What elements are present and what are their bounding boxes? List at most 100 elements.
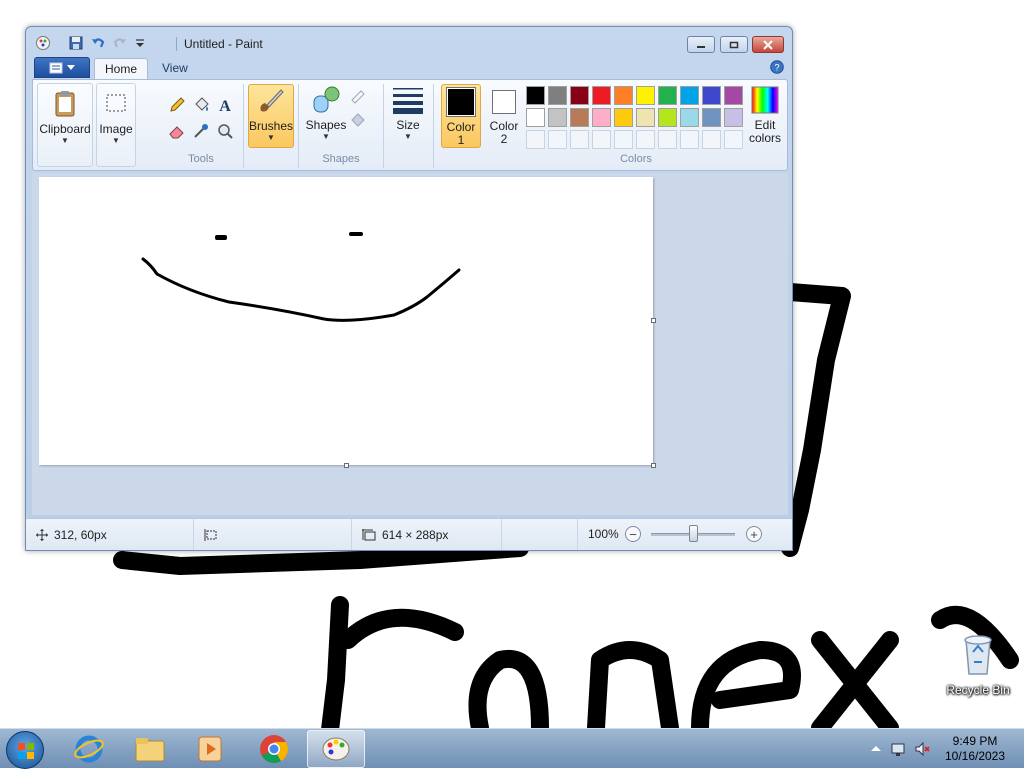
svg-text:?: ? <box>774 63 779 73</box>
custom-color-slot[interactable] <box>614 130 633 149</box>
palette-swatch[interactable] <box>592 108 611 127</box>
pencil-tool[interactable] <box>166 94 188 116</box>
recycle-bin[interactable]: Recycle Bin <box>940 632 1016 697</box>
group-divider <box>383 84 384 168</box>
resize-handle-corner[interactable] <box>651 463 656 468</box>
file-menu-button[interactable] <box>34 57 90 78</box>
drawing-canvas[interactable] <box>39 177 656 468</box>
title-bar[interactable]: Untitled - Paint <box>26 27 792 59</box>
custom-color-slot[interactable] <box>724 130 743 149</box>
palette-swatch[interactable] <box>636 108 655 127</box>
pencil-icon <box>170 97 185 112</box>
ribbon-tab-row: Home View ? <box>32 57 788 79</box>
redo-icon[interactable] <box>112 35 128 51</box>
edit-colors-button[interactable]: Edit colors <box>745 84 785 145</box>
selection-size-segment <box>194 519 352 550</box>
palette-swatch[interactable] <box>636 86 655 105</box>
resize-handle-right[interactable] <box>651 318 656 323</box>
minimize-button[interactable] <box>687 36 715 53</box>
text-tool[interactable]: A <box>214 94 236 116</box>
color1-button[interactable]: Color 1 <box>441 84 481 148</box>
undo-icon[interactable] <box>90 35 106 51</box>
zoom-out-button[interactable]: − <box>625 526 641 542</box>
ribbon: Clipboard ▼ Image ▼ A Tools Brushes ▼ Sh… <box>32 79 788 171</box>
palette-swatch[interactable] <box>526 86 545 105</box>
maximize-button[interactable] <box>720 36 748 53</box>
zoom-in-button[interactable]: + <box>746 526 762 542</box>
palette-swatch[interactable] <box>658 86 677 105</box>
palette-swatch[interactable] <box>702 86 721 105</box>
chevron-down-icon: ▼ <box>404 132 412 141</box>
clock-date: 10/16/2023 <box>944 749 1006 763</box>
outline-button[interactable] <box>347 84 369 106</box>
fill-tool[interactable] <box>190 94 212 116</box>
brush-icon <box>260 89 284 112</box>
zoom-slider-thumb[interactable] <box>689 525 698 542</box>
fill-shape-button[interactable] <box>347 108 369 130</box>
palette-swatch[interactable] <box>614 86 633 105</box>
custom-color-slot[interactable] <box>658 130 677 149</box>
close-button[interactable] <box>752 36 784 53</box>
custom-color-slot[interactable] <box>592 130 611 149</box>
internet-explorer-icon <box>74 735 104 763</box>
quick-access-divider <box>176 37 177 51</box>
size-button[interactable]: Size ▼ <box>388 84 428 141</box>
magnifier-tool[interactable] <box>214 120 236 142</box>
move-cursor-icon <box>36 528 48 541</box>
outline-icon <box>351 90 365 104</box>
custom-color-slot[interactable] <box>680 130 699 149</box>
palette-swatch[interactable] <box>658 108 677 127</box>
resize-handle-bottom[interactable] <box>344 463 349 468</box>
volume-muted-icon[interactable] <box>914 741 930 757</box>
network-icon[interactable] <box>890 741 906 757</box>
custom-color-slot[interactable] <box>548 130 567 149</box>
color2-button[interactable]: Color 2 <box>484 84 524 148</box>
save-icon[interactable] <box>68 35 84 51</box>
line-size-icon <box>393 88 423 114</box>
custom-color-slot[interactable] <box>636 130 655 149</box>
palette-swatch[interactable] <box>724 86 743 105</box>
customize-quick-access-icon[interactable] <box>132 35 148 51</box>
image-button[interactable]: Image ▼ <box>96 83 136 167</box>
clipboard-button[interactable]: Clipboard ▼ <box>37 83 93 167</box>
palette-swatch[interactable] <box>614 108 633 127</box>
taskbar-paint[interactable] <box>307 730 365 768</box>
color-spectrum-icon <box>751 86 779 114</box>
tab-home[interactable]: Home <box>94 58 149 79</box>
help-icon[interactable]: ? <box>770 60 784 74</box>
palette-swatch[interactable] <box>570 86 589 105</box>
palette-swatch[interactable] <box>570 108 589 127</box>
clock-time: 9:49 PM <box>952 734 998 748</box>
palette-swatch[interactable] <box>680 108 699 127</box>
palette-swatch[interactable] <box>702 108 721 127</box>
taskbar-internet-explorer[interactable] <box>60 730 118 768</box>
paint-app-icon[interactable] <box>35 35 51 51</box>
size-label: Size <box>396 118 420 132</box>
canvas-workspace[interactable] <box>32 173 788 515</box>
system-clock[interactable]: 9:49 PM 10/16/2023 <box>940 734 1010 764</box>
palette-swatch[interactable] <box>526 108 545 127</box>
custom-color-slot[interactable] <box>526 130 545 149</box>
palette-swatch[interactable] <box>592 86 611 105</box>
custom-color-slot[interactable] <box>570 130 589 149</box>
palette-swatch[interactable] <box>724 108 743 127</box>
color-picker-tool[interactable] <box>190 120 212 142</box>
custom-color-slot[interactable] <box>702 130 721 149</box>
eraser-tool[interactable] <box>166 120 188 142</box>
palette-swatch[interactable] <box>548 86 567 105</box>
select-icon <box>106 94 126 112</box>
tab-view[interactable]: View <box>152 58 198 79</box>
taskbar-chrome[interactable] <box>245 730 303 768</box>
taskbar: 9:49 PM 10/16/2023 <box>0 728 1024 769</box>
empty-status-segment <box>502 519 578 550</box>
palette-swatch[interactable] <box>548 108 567 127</box>
palette-swatch[interactable] <box>680 86 699 105</box>
taskbar-file-explorer[interactable] <box>121 730 179 768</box>
chevron-down-icon: ▼ <box>267 133 275 142</box>
shapes-button[interactable]: Shapes ▼ <box>303 84 349 141</box>
show-hidden-icons-icon[interactable] <box>868 741 884 757</box>
svg-text:A: A <box>219 98 231 114</box>
start-button[interactable] <box>6 731 44 769</box>
brushes-button[interactable]: Brushes ▼ <box>248 84 294 148</box>
taskbar-media-player[interactable] <box>181 730 239 768</box>
